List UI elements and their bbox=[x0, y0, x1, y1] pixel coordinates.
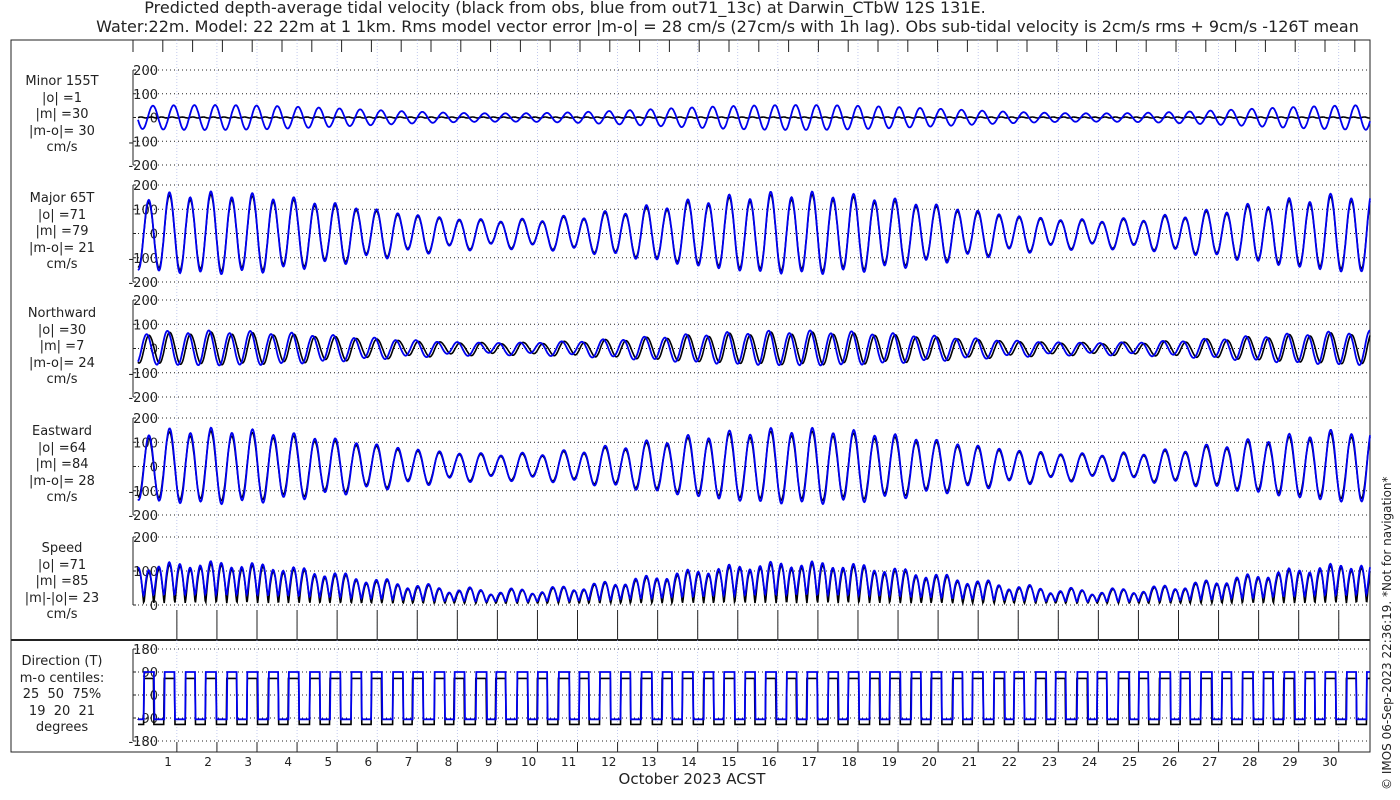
x-tick-label: 5 bbox=[324, 755, 332, 769]
x-tick-label: 30 bbox=[1322, 755, 1337, 769]
x-tick-label: 1 bbox=[164, 755, 172, 769]
y-tick-label: -100 bbox=[128, 485, 158, 500]
y-tick-label: -100 bbox=[128, 252, 158, 267]
panel-east: 2001000-100-200 bbox=[128, 412, 1371, 524]
panel-label-line: |m|-|o|= 23 bbox=[24, 590, 100, 606]
panel-label-line: Direction (T) bbox=[21, 654, 103, 669]
x-tick-label: 19 bbox=[882, 755, 897, 769]
panel-label-major: Major 65T |o| =71 |m| =79 |m-o|= 21 cm/s bbox=[12, 191, 112, 274]
x-tick-label: 13 bbox=[641, 755, 656, 769]
x-tick-label: 22 bbox=[1002, 755, 1017, 769]
panel-label-line: cm/s bbox=[46, 490, 78, 505]
x-tick-label: 3 bbox=[244, 755, 252, 769]
panel-label-east: Eastward |o| =64 |m| =84 |m-o|= 28 cm/s bbox=[12, 424, 112, 507]
y-tick-label: 100 bbox=[133, 318, 158, 333]
x-tick-label: 18 bbox=[842, 755, 857, 769]
y-tick-label: 180 bbox=[133, 643, 158, 658]
x-tick-label: 15 bbox=[721, 755, 736, 769]
panel-label-line: |o| =71 bbox=[37, 557, 87, 573]
y-tick-label: -200 bbox=[128, 391, 158, 406]
panel-minor: 2001000-100-200 bbox=[128, 64, 1371, 174]
x-tick-label: 8 bbox=[445, 755, 453, 769]
panel-label-line: |m-o|= 30 bbox=[29, 123, 95, 139]
y-tick-label: 200 bbox=[133, 64, 158, 79]
panel-label-line: Eastward bbox=[31, 424, 93, 439]
panel-label-line: cm/s bbox=[46, 607, 78, 622]
x-tick-label: 7 bbox=[405, 755, 413, 769]
panel-label-line: |o| =71 bbox=[37, 207, 87, 223]
model-series-line bbox=[137, 329, 1371, 367]
panel-label-line: |o| =64 bbox=[37, 440, 87, 456]
panel-label-line: cm/s bbox=[46, 140, 78, 155]
x-tick-label: 17 bbox=[801, 755, 816, 769]
panel-label-line: 19 20 21 bbox=[28, 703, 96, 719]
obs-series-line bbox=[137, 430, 1371, 502]
x-tick-label: 4 bbox=[284, 755, 292, 769]
copyright-note: © IMOS 06-Sep-2023 22:36:19. *Not for na… bbox=[1380, 476, 1394, 790]
panel-label-line: |m| =30 bbox=[35, 107, 89, 122]
x-axis-label: October 2023 ACST bbox=[619, 770, 767, 788]
x-tick-label: 26 bbox=[1162, 755, 1177, 769]
panel-label-line: |m-o|= 24 bbox=[29, 355, 95, 371]
x-tick-label: 29 bbox=[1282, 755, 1297, 769]
x-tick-label: 28 bbox=[1242, 755, 1257, 769]
x-tick-label: 21 bbox=[962, 755, 977, 769]
y-tick-label: -180 bbox=[128, 735, 158, 750]
x-tick-label: 10 bbox=[521, 755, 536, 769]
panel-label-line: |m-o|= 21 bbox=[29, 240, 95, 256]
x-tick-label: 9 bbox=[485, 755, 493, 769]
panel-label-line: Minor 155T bbox=[25, 74, 99, 89]
y-tick-label: -100 bbox=[128, 135, 158, 150]
chart: Predicted depth-average tidal velocity (… bbox=[0, 0, 1400, 800]
y-tick-label: -200 bbox=[128, 159, 158, 174]
panel-major: 2001000-100-200 bbox=[128, 179, 1371, 291]
y-tick-label: -200 bbox=[128, 509, 158, 524]
x-tick-label: 2 bbox=[204, 755, 212, 769]
panel-label-line: |o| =1 bbox=[41, 90, 82, 106]
panel-label-line: Major 65T bbox=[29, 191, 95, 206]
model-series-line bbox=[137, 190, 1371, 276]
x-tick-label: 24 bbox=[1082, 755, 1097, 769]
panel-label-line: 25 50 75% bbox=[22, 687, 102, 702]
panel-label-line: |m| =7 bbox=[39, 339, 85, 354]
y-tick-label: 200 bbox=[133, 531, 158, 546]
panel-label-line: |o| =30 bbox=[37, 322, 87, 338]
panel-label-line: |m| =79 bbox=[35, 224, 89, 239]
panel-label-direction: Direction (T) m-o centiles: 25 50 75% 19 20… bbox=[12, 654, 112, 737]
x-tick-label: 25 bbox=[1122, 755, 1137, 769]
x-tick-label: 27 bbox=[1202, 755, 1217, 769]
x-tick-label: 12 bbox=[601, 755, 616, 769]
panel-label-speed: Speed |o| =71 |m| =85 |m|-|o|= 23 cm/s bbox=[12, 541, 112, 624]
y-tick-label: 100 bbox=[133, 88, 158, 103]
panel-label-minor: Minor 155T |o| =1 |m| =30 |m-o|= 30 cm/s bbox=[12, 74, 112, 157]
x-tick-label: 20 bbox=[922, 755, 937, 769]
y-tick-label: 200 bbox=[133, 179, 158, 194]
x-tick-label: 14 bbox=[681, 755, 696, 769]
panel-label-line: |m| =84 bbox=[35, 457, 89, 472]
panel-speed: 2001000 bbox=[132, 531, 1371, 614]
panel-label-line: |m| =85 bbox=[35, 574, 89, 589]
y-tick-label: 200 bbox=[133, 294, 158, 309]
x-tick-label: 23 bbox=[1042, 755, 1057, 769]
model-series-line bbox=[137, 426, 1371, 506]
panel-label-north: Northward |o| =30 |m| =7 |m-o|= 24 cm/s bbox=[12, 306, 112, 389]
x-tick-label: 16 bbox=[761, 755, 776, 769]
panel-label-line: Northward bbox=[27, 306, 97, 321]
panel-label-line: degrees bbox=[35, 720, 89, 735]
panel-direction: 180900-90-180 bbox=[128, 643, 1370, 750]
panel-label-line: cm/s bbox=[46, 372, 78, 387]
panel-label-line: Speed bbox=[41, 541, 83, 556]
panel-label-line: |m-o|= 28 bbox=[29, 473, 95, 489]
y-tick-label: 200 bbox=[133, 412, 158, 427]
plot-area: 1 2 3 4 5 6 7 8 9 10 11 12 13 14 15 16 17 18 19 20 21 22 23 24 2… bbox=[10, 39, 1371, 788]
panel-north: 2001000-100-200 bbox=[128, 294, 1371, 406]
lower-frame bbox=[10, 639, 1371, 753]
panel-label-line: cm/s bbox=[46, 257, 78, 272]
y-tick-label: -200 bbox=[128, 276, 158, 291]
y-tick-label: -100 bbox=[128, 367, 158, 382]
x-tick-label: 6 bbox=[365, 755, 373, 769]
panel-label-line: m-o centiles: bbox=[19, 670, 105, 686]
x-tick-label: 11 bbox=[561, 755, 576, 769]
